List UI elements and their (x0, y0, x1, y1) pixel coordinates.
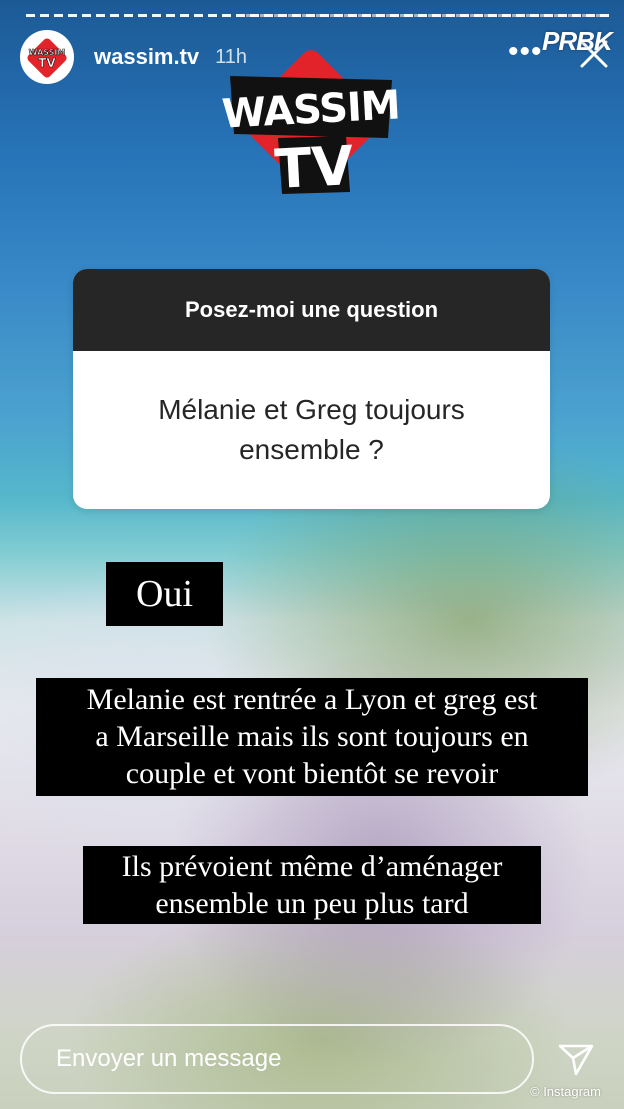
username[interactable]: wassim.tv (94, 44, 199, 70)
question-sticker[interactable]: Posez-moi une question Mélanie et Greg t… (73, 269, 550, 509)
avatar-logo-line2: TV (38, 56, 56, 70)
caption-answer: Oui (106, 562, 223, 626)
send-icon[interactable] (556, 1042, 596, 1078)
caption-text-1: Melanie est rentrée a Lyon et greg est a… (36, 678, 588, 796)
prbk-watermark: PRBK (542, 26, 613, 56)
avatar[interactable]: WASSIM TV (20, 30, 74, 84)
caption-text-2: Ils prévoient même d’aménager ensemble u… (83, 846, 541, 924)
logo-line1: WASSIM (222, 82, 398, 137)
instagram-credit: © Instagram (530, 1084, 601, 1099)
wassim-tv-avatar-logo: WASSIM TV (27, 38, 67, 78)
more-options-icon[interactable]: ••• (508, 37, 543, 67)
question-sticker-header: Posez-moi une question (73, 269, 550, 351)
message-input-placeholder: Envoyer un message (56, 1045, 282, 1072)
question-text: Mélanie et Greg toujours ensemble ? (158, 394, 465, 465)
message-input[interactable]: Envoyer un message (20, 1024, 534, 1094)
wassim-tv-logo: WASSIM TV (222, 50, 398, 201)
logo-line2: TV (273, 134, 355, 201)
story-progress-bar (26, 14, 610, 17)
